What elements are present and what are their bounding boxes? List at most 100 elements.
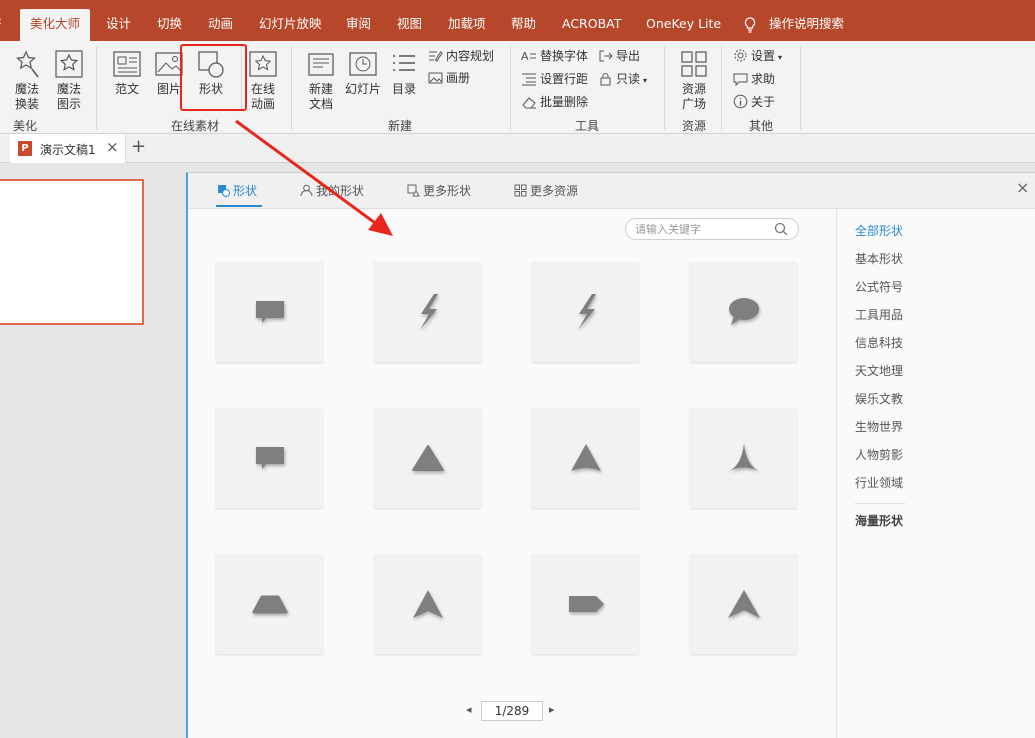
slides-label: 幻灯片 bbox=[344, 82, 381, 96]
tab-shapes-label: 形状 bbox=[233, 184, 258, 198]
prev-page-button[interactable]: ◂ bbox=[466, 703, 472, 716]
group-separator bbox=[96, 46, 97, 130]
export-icon bbox=[599, 50, 613, 62]
tab-animations[interactable]: 动画 bbox=[208, 9, 233, 41]
triangle-shape bbox=[411, 445, 444, 471]
category-all-shapes[interactable]: 全部形状 bbox=[855, 222, 903, 239]
magic-chart-button[interactable]: 魔法 图示 bbox=[50, 49, 88, 112]
category-massive-shapes[interactable]: 海量形状 bbox=[855, 512, 903, 529]
page-indicator[interactable]: 1/289 bbox=[481, 701, 543, 721]
category-silhouettes[interactable]: 人物剪影 bbox=[855, 446, 903, 463]
album-icon bbox=[428, 72, 443, 84]
pentagon-tag-shape bbox=[568, 596, 604, 612]
category-industry[interactable]: 行业领域 bbox=[855, 474, 903, 491]
category-formula-symbols[interactable]: 公式符号 bbox=[855, 278, 903, 295]
gear-icon bbox=[734, 49, 747, 62]
help-request-button[interactable]: 求助 bbox=[733, 70, 775, 88]
shape-card[interactable] bbox=[532, 408, 639, 508]
shape-card[interactable] bbox=[690, 554, 797, 654]
magic-replace-button[interactable]: 魔法 换装 bbox=[8, 49, 46, 112]
batch-delete-button[interactable]: 批量删除 bbox=[521, 93, 588, 111]
about-button[interactable]: 关于 bbox=[733, 93, 775, 111]
shape-card[interactable] bbox=[532, 554, 639, 654]
tab-more-resources[interactable]: 更多资源 bbox=[514, 182, 578, 199]
replace-font-button[interactable]: A 替换字体 bbox=[521, 47, 588, 65]
tab-meihua-dashi[interactable]: 美化大师 bbox=[20, 9, 91, 41]
shape-card[interactable] bbox=[374, 408, 481, 508]
toc-label: 目录 bbox=[391, 82, 416, 96]
group-separator bbox=[291, 46, 292, 130]
shape-card[interactable] bbox=[374, 262, 481, 362]
powerpoint-icon: P bbox=[18, 141, 32, 156]
group-separator bbox=[664, 46, 665, 130]
tab-my-shapes[interactable]: 我的形状 bbox=[300, 182, 364, 199]
user-icon bbox=[300, 184, 313, 197]
highlight-box bbox=[180, 44, 247, 111]
magic-chart-label: 魔法 图示 bbox=[56, 82, 81, 111]
slide-thumbnail-pane bbox=[0, 163, 186, 738]
tab-design[interactable]: 设计 bbox=[106, 9, 131, 41]
shape-card[interactable] bbox=[690, 408, 797, 508]
shape-card[interactable] bbox=[532, 262, 639, 362]
tab-more-shapes[interactable]: 更多形状 bbox=[407, 182, 471, 199]
resource-square-button[interactable]: 资源 广场 bbox=[676, 49, 712, 112]
category-entertainment-education[interactable]: 娱乐文教 bbox=[855, 390, 903, 407]
online-animation-button[interactable]: 在线 动画 bbox=[245, 49, 281, 112]
dialog-close-icon[interactable]: × bbox=[1016, 178, 1029, 197]
tab-transitions[interactable]: 切换 bbox=[157, 9, 182, 41]
group-label-tools: 工具 bbox=[574, 119, 599, 133]
line-spacing-button[interactable]: 设置行距 bbox=[521, 70, 588, 88]
document-template-icon bbox=[113, 51, 141, 77]
ribbon: 魔法 换装 魔法 图示 美化 图片 范文 图片 形状 在线 动画 在线素材 新建… bbox=[0, 41, 1035, 134]
add-tab-button[interactable]: + bbox=[131, 136, 146, 157]
export-button[interactable]: 导出 bbox=[598, 47, 640, 65]
tab-help[interactable]: 帮助 bbox=[511, 9, 536, 41]
category-biology[interactable]: 生物世界 bbox=[855, 418, 903, 435]
tab-view[interactable]: 视图 bbox=[397, 9, 422, 41]
toc-button[interactable]: 目录 bbox=[387, 49, 421, 97]
shape-library-dialog: 形状 我的形状 更多形状 更多资源 × 请输入关键字 ◂ 1/289 ▸ 全部形… bbox=[186, 172, 1035, 738]
shape-card[interactable] bbox=[216, 262, 323, 362]
category-tools[interactable]: 工具用品 bbox=[855, 306, 903, 323]
album-button[interactable]: 画册 bbox=[428, 69, 470, 87]
shape-card[interactable] bbox=[374, 554, 481, 654]
slide-thumbnail[interactable] bbox=[0, 179, 144, 325]
tell-me-search[interactable]: 操作说明搜索 bbox=[769, 9, 844, 41]
shape-card[interactable] bbox=[690, 262, 797, 362]
framed-star-icon bbox=[55, 50, 83, 78]
speech-oval-callout-shape bbox=[728, 298, 759, 325]
search-icon[interactable] bbox=[774, 222, 788, 236]
document-tab-title: 演示文稿1 bbox=[40, 143, 96, 157]
tab-acrobat[interactable]: ACROBAT bbox=[562, 9, 621, 41]
search-input[interactable] bbox=[635, 221, 765, 237]
close-icon[interactable]: × bbox=[106, 138, 119, 156]
slides-button[interactable]: 幻灯片 bbox=[343, 49, 383, 97]
tab-shapes[interactable]: 形状 bbox=[217, 182, 257, 199]
pagination: ◂ 1/289 ▸ bbox=[466, 701, 566, 721]
tab-addins[interactable]: 加载项 bbox=[448, 9, 486, 41]
category-divider bbox=[855, 503, 905, 504]
window-chevron-icon[interactable]: ‹ bbox=[0, 14, 2, 28]
group-separator bbox=[800, 46, 801, 130]
tab-review[interactable]: 审阅 bbox=[346, 9, 371, 41]
shape-card[interactable] bbox=[216, 408, 323, 508]
template-button[interactable]: 图片 范文 bbox=[109, 49, 145, 97]
settings-button[interactable]: 设置 ▾ bbox=[733, 47, 782, 65]
category-basic-shapes[interactable]: 基本形状 bbox=[855, 250, 903, 267]
shapes-icon bbox=[218, 185, 230, 197]
tab-more-resources-label: 更多资源 bbox=[530, 184, 579, 198]
new-document-button[interactable]: 新建 文档 bbox=[303, 49, 339, 112]
tab-onekey-lite[interactable]: OneKey Lite bbox=[646, 9, 721, 41]
category-astronomy-geography[interactable]: 天文地理 bbox=[855, 362, 903, 379]
tab-slideshow[interactable]: 幻灯片放映 bbox=[259, 9, 322, 41]
next-page-button[interactable]: ▸ bbox=[549, 703, 555, 716]
content-plan-button[interactable]: 内容规划 bbox=[428, 47, 494, 65]
category-info-tech[interactable]: 信息科技 bbox=[855, 334, 903, 351]
group-label-other: 其他 bbox=[748, 119, 773, 133]
new-document-icon bbox=[308, 53, 334, 76]
document-tab[interactable]: P 演示文稿1 × bbox=[10, 134, 126, 163]
shape-card[interactable] bbox=[216, 554, 323, 654]
help-request-label: 求助 bbox=[751, 72, 776, 86]
shapes-outline-icon bbox=[407, 184, 420, 197]
read-only-button[interactable]: 只读 ▾ bbox=[598, 70, 647, 88]
